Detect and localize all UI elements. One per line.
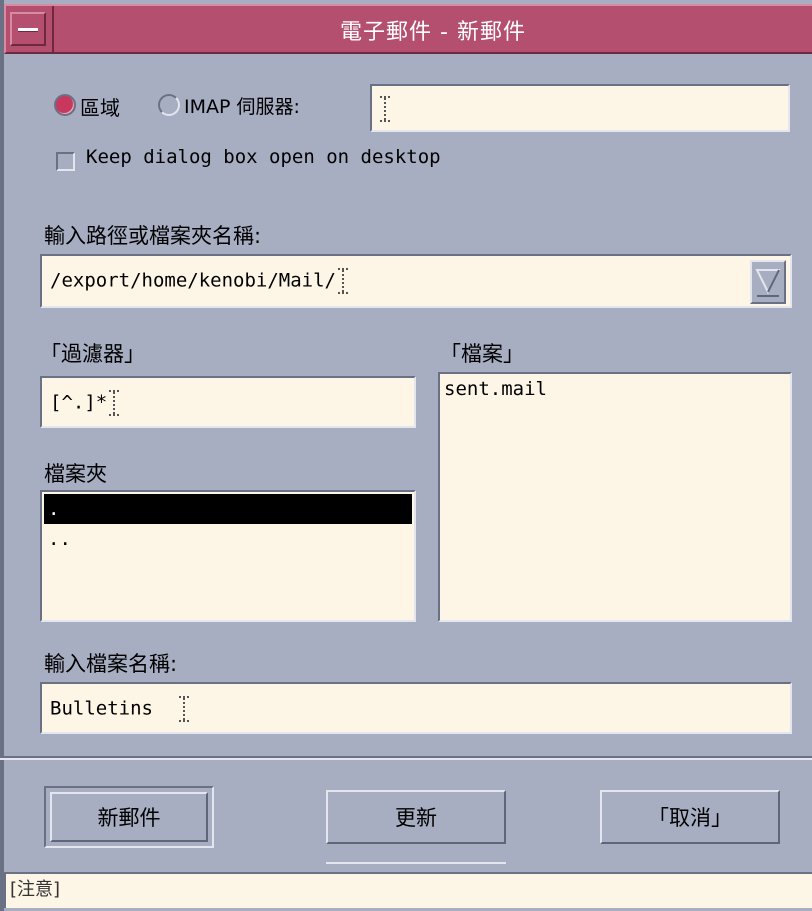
filename-label: 輸入檔案名稱: bbox=[44, 652, 178, 676]
new-mail-button[interactable]: 新郵件 bbox=[50, 792, 208, 842]
text-cursor-icon bbox=[337, 268, 348, 294]
local-radio-label: 區域 bbox=[80, 96, 120, 120]
path-combobox[interactable]: /export/home/kenobi/Mail/ bbox=[40, 254, 792, 308]
folders-list[interactable]: . .. bbox=[40, 490, 416, 622]
imap-radio-label: IMAP 伺服器: bbox=[184, 96, 300, 118]
cancel-button[interactable]: 「取消」 bbox=[600, 790, 780, 844]
local-radio[interactable] bbox=[54, 94, 76, 116]
files-label: 「檔案」 bbox=[440, 342, 524, 366]
filter-input-value: [^.]* bbox=[50, 391, 108, 414]
button-area-divider bbox=[0, 756, 812, 760]
update-button[interactable]: 更新 bbox=[326, 790, 506, 844]
window-title: 電子郵件 - 新郵件 bbox=[340, 20, 526, 45]
window-menu-icon bbox=[18, 28, 38, 32]
list-item[interactable]: .. bbox=[44, 524, 412, 554]
window-menu-button[interactable] bbox=[10, 12, 46, 46]
keep-open-label[interactable]: Keep dialog box open on desktop bbox=[86, 146, 441, 168]
window-border bbox=[0, 0, 4, 911]
update-button-label: 更新 bbox=[395, 806, 437, 830]
filter-input[interactable]: [^.]* bbox=[40, 376, 416, 428]
folders-label: 檔案夾 bbox=[44, 462, 107, 486]
status-bar: [注意] bbox=[4, 872, 812, 908]
filename-input-value: Bulletins bbox=[50, 697, 153, 720]
cancel-button-label: 「取消」 bbox=[648, 806, 732, 830]
path-dropdown-button[interactable] bbox=[750, 260, 786, 304]
server-input[interactable] bbox=[370, 84, 790, 132]
filter-label: 「過濾器」 bbox=[40, 342, 145, 366]
path-label: 輸入路徑或檔案夾名稱: bbox=[44, 224, 262, 248]
path-input-value: /export/home/kenobi/Mail/ bbox=[50, 269, 336, 292]
dialog-window: 電子郵件 - 新郵件 區域 IMAP 伺服器: Keep dialog box … bbox=[0, 0, 812, 911]
chevron-down-icon bbox=[755, 269, 781, 297]
status-text: [注意] bbox=[10, 879, 61, 900]
new-mail-button-label: 新郵件 bbox=[97, 806, 161, 830]
list-item[interactable]: sent.mail bbox=[440, 374, 790, 404]
filename-input[interactable]: Bulletins bbox=[40, 682, 792, 734]
text-cursor-icon bbox=[109, 390, 120, 416]
imap-radio[interactable] bbox=[158, 94, 180, 116]
text-cursor-icon bbox=[178, 696, 189, 722]
keep-open-checkbox[interactable] bbox=[56, 152, 75, 171]
title-bar[interactable]: 電子郵件 - 新郵件 bbox=[4, 4, 812, 54]
files-list[interactable]: sent.mail bbox=[438, 372, 792, 622]
list-item[interactable]: . bbox=[44, 494, 412, 524]
help-button-edge bbox=[326, 862, 506, 864]
text-cursor-icon bbox=[380, 96, 390, 122]
